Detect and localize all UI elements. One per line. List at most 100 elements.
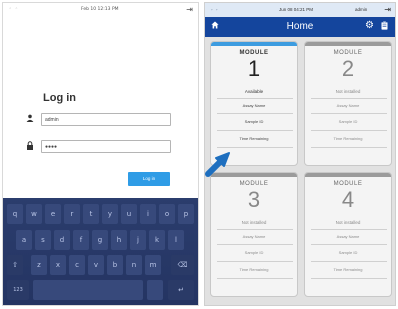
module-status: Not installed <box>241 220 267 225</box>
key[interactable]: u <box>121 204 137 224</box>
card-topline <box>305 173 391 177</box>
key[interactable]: n <box>126 255 142 275</box>
divider <box>311 147 387 148</box>
sample-id-field: Sample ID <box>244 119 264 124</box>
assay-name-field: Assay Name <box>336 234 360 239</box>
assay-name-field: Assay Name <box>336 103 360 108</box>
key[interactable]: o <box>159 204 175 224</box>
divider <box>311 113 387 114</box>
assay-name-field: Assay Name <box>242 103 266 108</box>
keyboard-row-2: a s d f g h j k l <box>3 230 198 254</box>
time-remaining-field: Time Remaining <box>333 136 363 141</box>
keyboard-row-1: q w e r t y u i o p <box>3 204 198 228</box>
login-button[interactable]: Log in <box>128 172 170 186</box>
logout-icon[interactable]: ⇥ <box>186 5 193 14</box>
divider <box>311 130 387 131</box>
key[interactable]: b <box>107 255 123 275</box>
sample-id-field: Sample ID <box>338 119 358 124</box>
divider <box>311 278 387 279</box>
status-bar: ◦ ◦ Feb 10 12:13 PM ⇥ <box>3 3 198 17</box>
key[interactable]: a <box>16 230 32 250</box>
module-card-1[interactable]: MODULE 1 Available Assay Name Sample ID … <box>210 41 298 166</box>
connection-icons: ◦ ◦ <box>211 7 219 12</box>
time-remaining-field: Time Remaining <box>333 267 363 272</box>
divider <box>217 113 293 114</box>
time-remaining-field: Time Remaining <box>239 136 269 141</box>
key[interactable]: y <box>102 204 118 224</box>
card-topline <box>305 42 391 46</box>
module-card-4[interactable]: MODULE 4 Not installed Assay Name Sample… <box>304 172 392 297</box>
divider <box>311 244 387 245</box>
key[interactable]: x <box>50 255 66 275</box>
selection-indicator <box>211 42 297 46</box>
gear-icon[interactable]: ⚙ <box>365 20 374 31</box>
backspace-key-icon[interactable]: ⌫ <box>171 255 194 275</box>
key[interactable]: z <box>31 255 47 275</box>
clipboard-icon[interactable] <box>381 21 388 32</box>
module-status: Not installed <box>335 220 361 225</box>
key[interactable]: w <box>26 204 42 224</box>
key[interactable]: k <box>149 230 165 250</box>
login-screen: ◦ ◦ Feb 10 12:13 PM ⇥ Log in admin ●●●● … <box>2 2 199 306</box>
divider <box>311 261 387 262</box>
numbers-key[interactable]: 123 <box>7 280 29 300</box>
key[interactable]: q <box>7 204 23 224</box>
module-card-3[interactable]: MODULE 3 Not installed Assay Name Sample… <box>210 172 298 297</box>
period-key[interactable] <box>147 280 163 300</box>
username-input[interactable]: admin <box>41 113 171 126</box>
sample-id-field: Sample ID <box>244 250 264 255</box>
module-number: 1 <box>247 56 261 81</box>
password-input[interactable]: ●●●● <box>41 140 171 153</box>
sample-id-field: Sample ID <box>338 250 358 255</box>
divider <box>217 229 293 230</box>
home-screen: ◦ ◦ Jun 08 04:21 PM admin ⇥ Home ⚙ MODUL… <box>204 2 396 306</box>
divider <box>217 147 293 148</box>
key[interactable]: g <box>92 230 108 250</box>
keyboard-row-3: ⇧ z x c v b n m ⌫ <box>3 255 198 279</box>
key[interactable]: p <box>178 204 194 224</box>
module-number: 4 <box>341 187 355 212</box>
divider <box>217 261 293 262</box>
current-user: admin <box>355 7 368 12</box>
keyboard-row-4: 123 ↵ <box>3 280 198 304</box>
password-row: ●●●● <box>26 140 176 153</box>
module-card-2[interactable]: MODULE 2 Not installed Assay Name Sample… <box>304 41 392 166</box>
key[interactable]: f <box>73 230 89 250</box>
enter-key-icon[interactable]: ↵ <box>168 280 194 300</box>
space-key[interactable] <box>33 280 143 300</box>
key[interactable]: m <box>145 255 161 275</box>
app-bar: Home ⚙ <box>205 17 395 37</box>
shift-key-icon[interactable]: ⇧ <box>7 255 23 275</box>
module-status: Not installed <box>335 89 361 94</box>
divider <box>217 130 293 131</box>
key[interactable]: h <box>111 230 127 250</box>
status-bar: ◦ ◦ Jun 08 04:21 PM admin ⇥ <box>205 3 395 17</box>
time-remaining-field: Time Remaining <box>239 267 269 272</box>
module-number: 2 <box>341 56 355 81</box>
lock-icon <box>26 141 34 152</box>
divider <box>217 244 293 245</box>
page-title: Log in <box>43 92 76 104</box>
key[interactable]: e <box>45 204 61 224</box>
key[interactable]: i <box>140 204 156 224</box>
logout-icon[interactable]: ⇥ <box>384 5 391 14</box>
connection-icons: ◦ ◦ <box>9 7 19 12</box>
key[interactable]: l <box>168 230 184 250</box>
user-icon <box>26 114 34 124</box>
key[interactable]: r <box>64 204 80 224</box>
key[interactable]: t <box>83 204 99 224</box>
username-row: admin <box>26 113 176 126</box>
status-time: Feb 10 12:13 PM <box>81 7 119 12</box>
key[interactable]: s <box>35 230 51 250</box>
divider <box>217 98 293 99</box>
key[interactable]: d <box>54 230 70 250</box>
onscreen-keyboard: q w e r t y u i o p a s d f g h j k l ⇧ … <box>3 198 198 305</box>
key[interactable]: v <box>88 255 104 275</box>
key[interactable]: c <box>69 255 85 275</box>
key[interactable]: j <box>130 230 146 250</box>
module-number: 3 <box>247 187 261 212</box>
divider <box>311 229 387 230</box>
module-status: Available <box>244 89 264 94</box>
assay-name-field: Assay Name <box>242 234 266 239</box>
status-time: Jun 08 04:21 PM <box>279 7 314 12</box>
